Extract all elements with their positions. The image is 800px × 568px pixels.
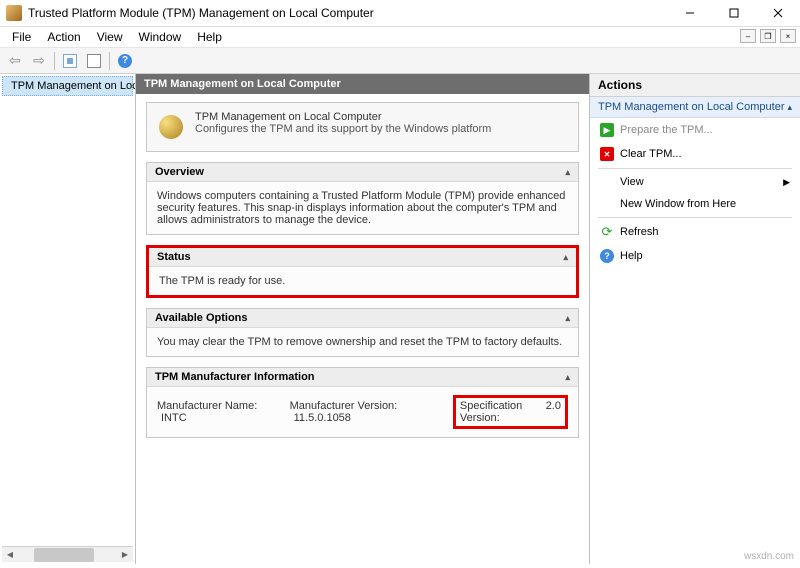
x-icon: ✕ xyxy=(600,147,614,161)
back-button[interactable]: ⇦ xyxy=(4,50,26,72)
content-body: TPM Management on Local Computer Configu… xyxy=(136,94,589,456)
forward-button[interactable]: ⇨ xyxy=(28,50,50,72)
content-pane: TPM Management on Local Computer TPM Man… xyxy=(136,74,590,564)
section-header-overview[interactable]: Overview ▴ xyxy=(147,163,578,182)
menu-file[interactable]: File xyxy=(4,28,39,46)
chevron-right-icon: ▶ xyxy=(783,177,790,188)
scroll-thumb[interactable] xyxy=(34,548,94,562)
collapse-icon: ▴ xyxy=(565,372,570,383)
actions-pane: Actions TPM Management on Local Computer… xyxy=(590,74,800,564)
action-prepare-tpm[interactable]: ▶ Prepare the TPM... xyxy=(590,118,800,142)
actions-group-title: TPM Management on Local Computer xyxy=(598,101,784,113)
show-hide-tree-button[interactable] xyxy=(59,50,81,72)
divider xyxy=(598,217,792,218)
section-available-options: Available Options ▴ You may clear the TP… xyxy=(146,308,579,357)
section-overview: Overview ▴ Windows computers containing … xyxy=(146,162,579,235)
toolbar: ⇦ ⇨ ? xyxy=(0,48,800,74)
tree-item-tpm[interactable]: TPM Management on Local xyxy=(2,76,133,96)
tree-pane: TPM Management on Local ◀ ▶ xyxy=(0,74,136,564)
app-icon xyxy=(6,5,22,21)
section-title: Available Options xyxy=(155,312,248,324)
section-title: TPM Manufacturer Information xyxy=(155,371,315,383)
intro-description: Configures the TPM and its support by th… xyxy=(195,123,491,135)
menu-view[interactable]: View xyxy=(89,28,131,46)
toolbar-separator xyxy=(109,52,110,70)
section-title: Overview xyxy=(155,166,204,178)
manufacturer-name-label: Manufacturer Name: xyxy=(157,400,257,412)
status-text: The TPM is ready for use. xyxy=(149,267,576,295)
manufacturer-version-value: 11.5.0.1058 xyxy=(294,412,351,424)
intro-title: TPM Management on Local Computer xyxy=(195,111,491,123)
section-title: Status xyxy=(157,251,191,263)
main-content: TPM Management on Local ◀ ▶ TPM Manageme… xyxy=(0,74,800,564)
watermark: wsxdn.com xyxy=(744,551,794,562)
help-icon: ? xyxy=(600,249,614,263)
window-title: Trusted Platform Module (TPM) Management… xyxy=(28,6,668,20)
properties-button[interactable] xyxy=(83,50,105,72)
intro-box: TPM Management on Local Computer Configu… xyxy=(146,102,579,152)
maximize-button[interactable] xyxy=(712,0,756,27)
section-manufacturer: TPM Manufacturer Information ▴ Manufactu… xyxy=(146,367,579,438)
section-status: Status ▴ The TPM is ready for use. xyxy=(146,245,579,298)
section-body: Windows computers containing a Trusted P… xyxy=(147,182,578,234)
mdi-close-button[interactable]: × xyxy=(780,29,796,43)
action-clear-tpm[interactable]: ✕ Clear TPM... xyxy=(590,142,800,166)
action-label: Help xyxy=(620,250,643,262)
collapse-icon: ▴ xyxy=(565,313,570,324)
action-label: Prepare the TPM... xyxy=(620,124,713,136)
spec-version-highlight: Specification Version: 2.0 xyxy=(453,395,568,429)
properties-icon xyxy=(87,54,101,68)
tree-item-label: TPM Management on Local xyxy=(11,80,136,92)
scroll-right-button[interactable]: ▶ xyxy=(117,547,133,563)
titlebar: Trusted Platform Module (TPM) Management… xyxy=(0,0,800,27)
manufacturer-body: Manufacturer Name: INTC Manufacturer Ver… xyxy=(147,387,578,437)
mdi-minimize-button[interactable]: – xyxy=(740,29,756,43)
section-header-options[interactable]: Available Options ▴ xyxy=(147,309,578,328)
actions-group-header[interactable]: TPM Management on Local Computer ▴ xyxy=(590,97,800,118)
content-header: TPM Management on Local Computer xyxy=(136,74,589,94)
actions-header: Actions xyxy=(590,74,800,97)
menu-help[interactable]: Help xyxy=(189,28,230,46)
section-body: You may clear the TPM to remove ownershi… xyxy=(147,328,578,356)
section-header-manufacturer[interactable]: TPM Manufacturer Information ▴ xyxy=(147,368,578,387)
manufacturer-version-label: Manufacturer Version: xyxy=(290,400,398,412)
action-label: View xyxy=(620,176,644,188)
action-label: New Window from Here xyxy=(620,198,736,210)
menubar: File Action View Window Help – ❐ × xyxy=(0,27,800,48)
arrow-right-icon: ▶ xyxy=(600,123,614,137)
panel-icon xyxy=(63,54,77,68)
action-label: Clear TPM... xyxy=(620,148,682,160)
toolbar-separator xyxy=(54,52,55,70)
refresh-icon: ⟳ xyxy=(600,225,614,239)
spec-version-value: 2.0 xyxy=(546,400,561,424)
help-icon: ? xyxy=(118,54,132,68)
scroll-left-button[interactable]: ◀ xyxy=(2,547,18,563)
manufacturer-name-value: INTC xyxy=(161,412,187,424)
arrow-right-icon: ⇨ xyxy=(33,52,45,69)
spec-version-label: Specification Version: xyxy=(460,400,538,424)
window-controls xyxy=(668,0,800,27)
horizontal-scrollbar[interactable]: ◀ ▶ xyxy=(2,546,133,562)
action-refresh[interactable]: ⟳ Refresh xyxy=(590,220,800,244)
minimize-button[interactable] xyxy=(668,0,712,27)
action-new-window[interactable]: New Window from Here xyxy=(590,193,800,215)
menu-window[interactable]: Window xyxy=(131,28,190,46)
section-header-status[interactable]: Status ▴ xyxy=(149,248,576,267)
help-button[interactable]: ? xyxy=(114,50,136,72)
action-label: Refresh xyxy=(620,226,659,238)
tpm-key-icon xyxy=(155,111,187,143)
collapse-icon: ▴ xyxy=(787,102,792,113)
action-view[interactable]: View ▶ xyxy=(590,171,800,193)
arrow-left-icon: ⇦ xyxy=(9,52,21,69)
mdi-controls: – ❐ × xyxy=(740,29,796,43)
mdi-restore-button[interactable]: ❐ xyxy=(760,29,776,43)
action-help[interactable]: ? Help xyxy=(590,244,800,268)
close-button[interactable] xyxy=(756,0,800,27)
collapse-icon: ▴ xyxy=(563,252,568,263)
menu-action[interactable]: Action xyxy=(39,28,88,46)
divider xyxy=(598,168,792,169)
collapse-icon: ▴ xyxy=(565,167,570,178)
